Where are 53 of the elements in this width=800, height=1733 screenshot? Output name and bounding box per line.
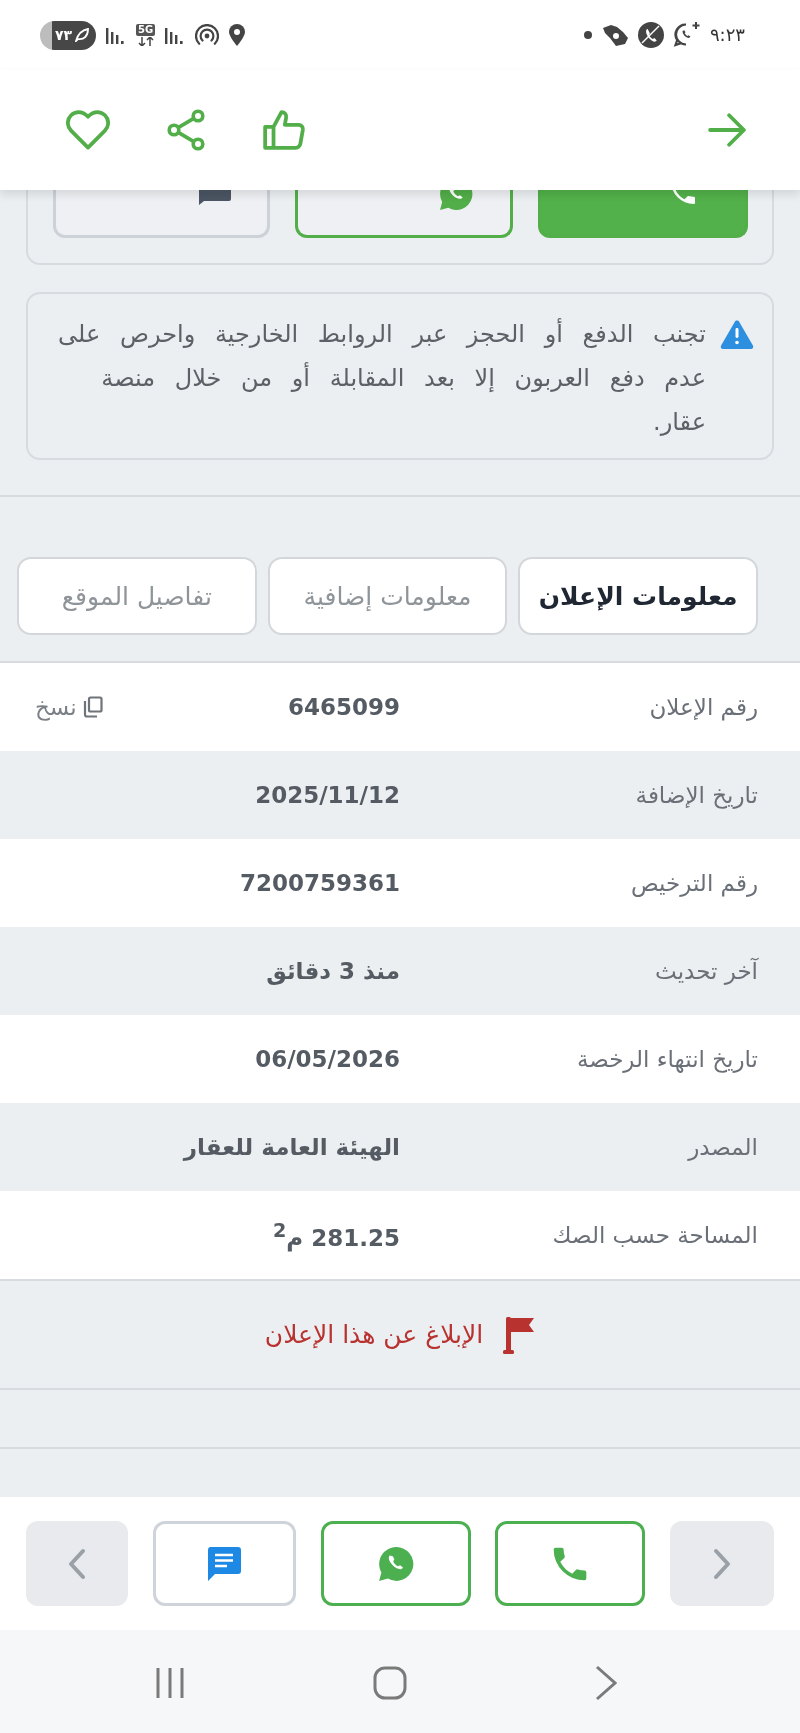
location-pin-icon	[229, 24, 246, 46]
phone-circle-icon	[637, 22, 664, 48]
detail-label: آخر تحديث	[654, 958, 760, 984]
chat-icon	[206, 1545, 243, 1582]
heart-icon[interactable]	[66, 110, 110, 150]
copy-icon	[82, 696, 103, 718]
detail-label: المساحة حسب الصك	[551, 1222, 759, 1248]
detail-value: 06/05/2026	[255, 1046, 400, 1072]
warning-icon	[720, 319, 754, 349]
signal-icon	[165, 26, 186, 44]
flag-icon	[503, 1314, 536, 1355]
detail-value: 7200759361	[239, 870, 400, 896]
thumbs-up-icon[interactable]	[262, 109, 306, 151]
hotspot-icon	[195, 24, 220, 46]
dot-icon	[583, 31, 592, 39]
share-icon[interactable]	[166, 108, 206, 152]
phone-icon	[553, 1546, 588, 1581]
tab[interactable]: تفاصيل الموقع	[17, 557, 257, 635]
detail-label: تاريخ الإضافة	[634, 782, 759, 808]
chevron-left-icon	[68, 1547, 86, 1580]
arrow-right-icon[interactable]	[708, 113, 746, 147]
tab[interactable]: معلومات إضافية	[267, 557, 508, 635]
detail-label: رقم الترخيص	[629, 870, 759, 896]
detail-value: الهيئة العامة للعقار	[183, 1134, 400, 1160]
tab[interactable]: معلومات الإعلان	[518, 557, 758, 635]
warning-text: تجنب الدفع أو الحجز عبر الروابط الخارجية واحرص على عدم دفع العربون إلا بعد المقابلة أو من خلال منصة عقار.	[57, 317, 706, 438]
data-arrows-icon	[137, 37, 154, 46]
tag-icon	[600, 24, 629, 46]
detail-value: منذ 3 دقائق	[266, 958, 400, 984]
copy-button[interactable]: نسخ	[35, 694, 103, 720]
whatsapp-icon	[376, 1544, 415, 1583]
chevron-right-icon	[713, 1547, 731, 1580]
detail-label: المصدر	[686, 1134, 759, 1160]
back-icon[interactable]	[595, 1664, 617, 1701]
signal-icon	[106, 26, 126, 44]
home-icon[interactable]	[373, 1665, 407, 1700]
chat-icon	[197, 190, 231, 205]
whatsapp-button[interactable]	[320, 1521, 471, 1606]
report-button[interactable]: الإبلاغ عن هذا الإعلان	[264, 1314, 536, 1355]
chat-plus-icon	[672, 21, 701, 49]
battery-percentage: ٧٣	[54, 27, 72, 43]
chat-button[interactable]	[53, 190, 270, 238]
leaf-icon	[75, 28, 89, 42]
message-button[interactable]	[152, 1521, 296, 1606]
call-button[interactable]	[495, 1521, 646, 1606]
clock-time: ٩:٢٣	[709, 24, 745, 46]
detail-value: 6465099	[287, 694, 400, 720]
whatsapp-button[interactable]	[295, 190, 513, 238]
recent-apps-icon[interactable]	[155, 1666, 185, 1699]
detail-value: 2025/11/12	[255, 782, 400, 808]
network-type-badge: 5G	[136, 24, 156, 36]
detail-label: تاريخ انتهاء الرخصة	[575, 1046, 759, 1072]
detail-label: رقم الإعلان	[648, 694, 759, 720]
